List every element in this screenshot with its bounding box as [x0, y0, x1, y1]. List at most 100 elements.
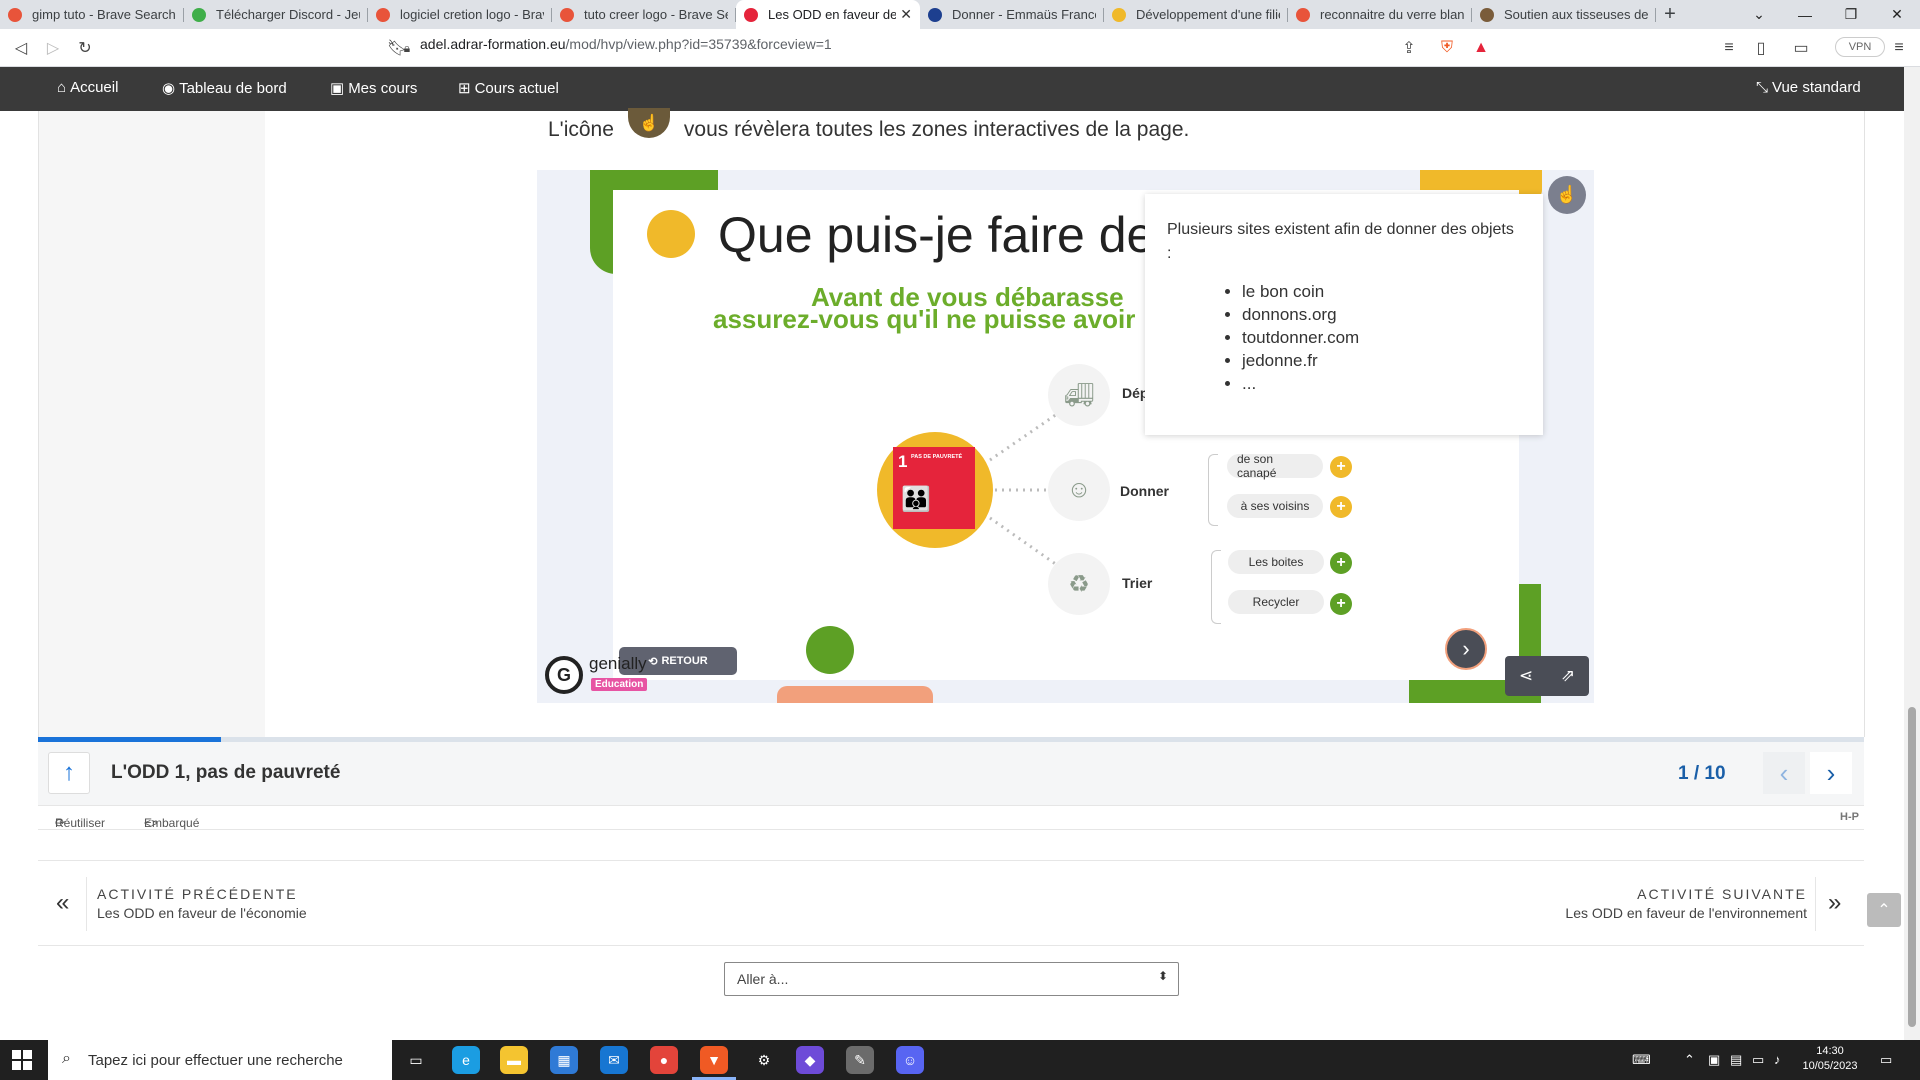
prev-activity-link[interactable]: Les ODD en faveur de l'économie [97, 905, 307, 921]
taskbar-search-box[interactable]: ⌕ Tapez ici pour effectuer une recherche [48, 1040, 392, 1080]
chevron-up-icon[interactable]: ⌃ [1684, 1052, 1695, 1068]
nav-my-courses[interactable]: ▣ Mes cours [330, 79, 418, 98]
minimize-button[interactable]: — [1782, 0, 1828, 29]
vpn-label: VPN [1848, 41, 1872, 53]
wallet-icon[interactable]: ▭ [1790, 37, 1812, 59]
popup-site-list: le bon coin donnons.org toutdonner.com j… [1167, 280, 1521, 395]
task-view-icon[interactable]: ▭ [402, 1046, 430, 1074]
prev-activity-kicker[interactable]: ACTIVITÉ PRÉCÉDENTE [97, 886, 298, 902]
nav-dashboard[interactable]: ◉ Tableau de bord [162, 79, 287, 98]
sidebar-icon[interactable]: ▯ [1750, 37, 1772, 59]
open-external-icon[interactable]: ⇗ [1561, 666, 1575, 686]
double-chevron-right-icon[interactable]: » [1828, 889, 1841, 917]
mail-icon[interactable]: ✉ [600, 1046, 628, 1074]
share-icon[interactable]: ⇪ [1398, 37, 1420, 59]
plus-button-voisins[interactable]: + [1330, 496, 1352, 518]
intro-before: L'icône [548, 118, 614, 141]
browser-tab[interactable]: gimp tuto - Brave Search [0, 0, 184, 29]
keyboard-icon[interactable]: ⌨ [1632, 1052, 1651, 1068]
chevron-left-icon: ‹ [1779, 757, 1789, 788]
retour-label: RETOUR [661, 655, 708, 667]
h5p-prev-button[interactable]: ‹ [1763, 752, 1805, 794]
vpn-button[interactable]: VPN [1835, 37, 1885, 57]
share-icon[interactable]: ⋖ [1519, 666, 1533, 686]
windows-start-icon[interactable] [12, 1050, 32, 1070]
browser-tab[interactable]: Développement d'une filièr [1104, 0, 1288, 29]
nav-dashboard-label: Tableau de bord [179, 79, 287, 97]
browser-tab[interactable]: Les ODD en faveur de l' ✕ [736, 0, 920, 29]
retour-icon: ⟲ [648, 655, 658, 668]
touch-reveal-icon[interactable]: ☝ [1548, 176, 1586, 214]
plus-button-canape[interactable]: + [1330, 456, 1352, 478]
next-activity-link[interactable]: Les ODD en faveur de l'environnement [1565, 905, 1807, 921]
star-icon [192, 7, 206, 22]
brave-shields-icon[interactable]: ⛨ [1436, 37, 1458, 59]
h5p-logo[interactable]: H-P [1840, 811, 1859, 823]
store-icon[interactable]: ▦ [550, 1046, 578, 1074]
browser-tab[interactable]: tuto creer logo - Brave Sear [552, 0, 736, 29]
notifications-icon[interactable]: ▭ [1880, 1052, 1892, 1068]
brave-search-icon [1296, 7, 1310, 22]
tab-search-icon[interactable]: ⌄ [1736, 0, 1782, 29]
people-icon[interactable]: ☺ [1048, 459, 1110, 521]
forward-icon[interactable]: ▷ [42, 37, 64, 59]
nav-current-course[interactable]: ⊞ Cours actuel [458, 79, 559, 98]
edge-icon[interactable]: e [452, 1046, 480, 1074]
moodle-navbar: ⌂ Accueil ◉ Tableau de bord ▣ Mes cours ⊞ Co… [0, 67, 1904, 111]
browser-tab[interactable]: Soutien aux tisseuses de Zo [1472, 0, 1656, 29]
browser-tab[interactable]: logiciel cretion logo - Brave [368, 0, 552, 29]
standard-view-button[interactable]: ⤡ Vue standard [1756, 79, 1861, 96]
jump-to-select[interactable]: Aller à... ⬍ [724, 962, 1179, 996]
page-scrollbar[interactable] [1904, 67, 1920, 1040]
lock-icon: 🔒︎ [403, 40, 411, 55]
brave-icon[interactable]: ▼ [692, 1046, 736, 1080]
plus-button-recycler[interactable]: + [1330, 593, 1352, 615]
page-icon [1480, 7, 1494, 22]
browser-tab-title: reconnaitre du verre blanc [1320, 7, 1464, 22]
address-bar[interactable]: adel.adrar-formation.eu/mod/hvp/view.php… [420, 36, 832, 52]
back-icon[interactable]: ◁ [10, 37, 32, 59]
scrollbar-thumb[interactable] [1908, 707, 1916, 1027]
plus-button-boites[interactable]: + [1330, 552, 1352, 574]
menu-icon[interactable]: ≡ [1888, 37, 1910, 59]
brave-rewards-icon[interactable]: ▲ [1470, 37, 1492, 59]
genially-logo-icon[interactable]: G [545, 656, 583, 694]
share-bar: ⋖ ⇗ [1505, 656, 1589, 696]
reuse-label: Réutiliser [55, 816, 106, 830]
intro-after: vous révèlera toutes les zones interacti… [683, 118, 1190, 141]
double-chevron-left-icon[interactable]: « [56, 889, 69, 917]
van-icon[interactable]: 🚚︎ [1048, 364, 1110, 426]
system-clock[interactable]: 14:30 10/05/2023 [1802, 1044, 1858, 1074]
file-explorer-icon[interactable]: ▬ [500, 1046, 528, 1074]
playlist-icon[interactable]: ≡ [1718, 37, 1740, 59]
browser-tab[interactable]: reconnaitre du verre blanc [1288, 0, 1472, 29]
reload-icon[interactable]: ↻ [74, 37, 96, 59]
settings-icon[interactable]: ⚙ [750, 1046, 778, 1074]
tray-app-icon[interactable]: ▣ [1708, 1052, 1720, 1068]
h5p-toggle-button[interactable]: ↑ [48, 752, 90, 794]
volume-icon[interactable]: ♪ [1774, 1052, 1781, 1067]
slide-next-button[interactable]: › [1445, 628, 1487, 670]
new-tab-button[interactable]: + [1656, 3, 1684, 26]
close-window-button[interactable]: ✕ [1874, 0, 1920, 29]
back-to-top-button[interactable]: ⌃ [1867, 893, 1901, 927]
paint-icon[interactable]: ◆ [796, 1046, 824, 1074]
browser-tab-title: gimp tuto - Brave Search [32, 7, 176, 22]
browser-tab[interactable]: Donner - Emmaüs France [920, 0, 1104, 29]
nav-home[interactable]: ⌂ Accueil [57, 79, 118, 96]
nav-my-courses-label: Mes cours [348, 79, 418, 97]
chrome-icon[interactable]: ● [650, 1046, 678, 1074]
discord-icon[interactable]: ☺ [896, 1046, 924, 1074]
network-icon[interactable]: ▭ [1752, 1052, 1764, 1068]
embed-label: Embarqué [144, 816, 200, 830]
browser-tab[interactable]: Télécharger Discord - Jeux, [184, 0, 368, 29]
standard-view-label: Vue standard [1772, 79, 1861, 96]
next-activity-kicker[interactable]: ACTIVITÉ SUIVANTE [1637, 886, 1807, 902]
gimp-icon[interactable]: ✎ [846, 1046, 874, 1074]
h5p-next-button[interactable]: › [1810, 752, 1852, 794]
restore-button[interactable]: ❐ [1828, 0, 1874, 29]
nav-divider [1815, 877, 1816, 931]
close-tab-icon[interactable]: ✕ [900, 6, 912, 23]
recycle-icon[interactable]: ♻ [1048, 553, 1110, 615]
tray-camera-icon[interactable]: ▤ [1730, 1052, 1742, 1068]
